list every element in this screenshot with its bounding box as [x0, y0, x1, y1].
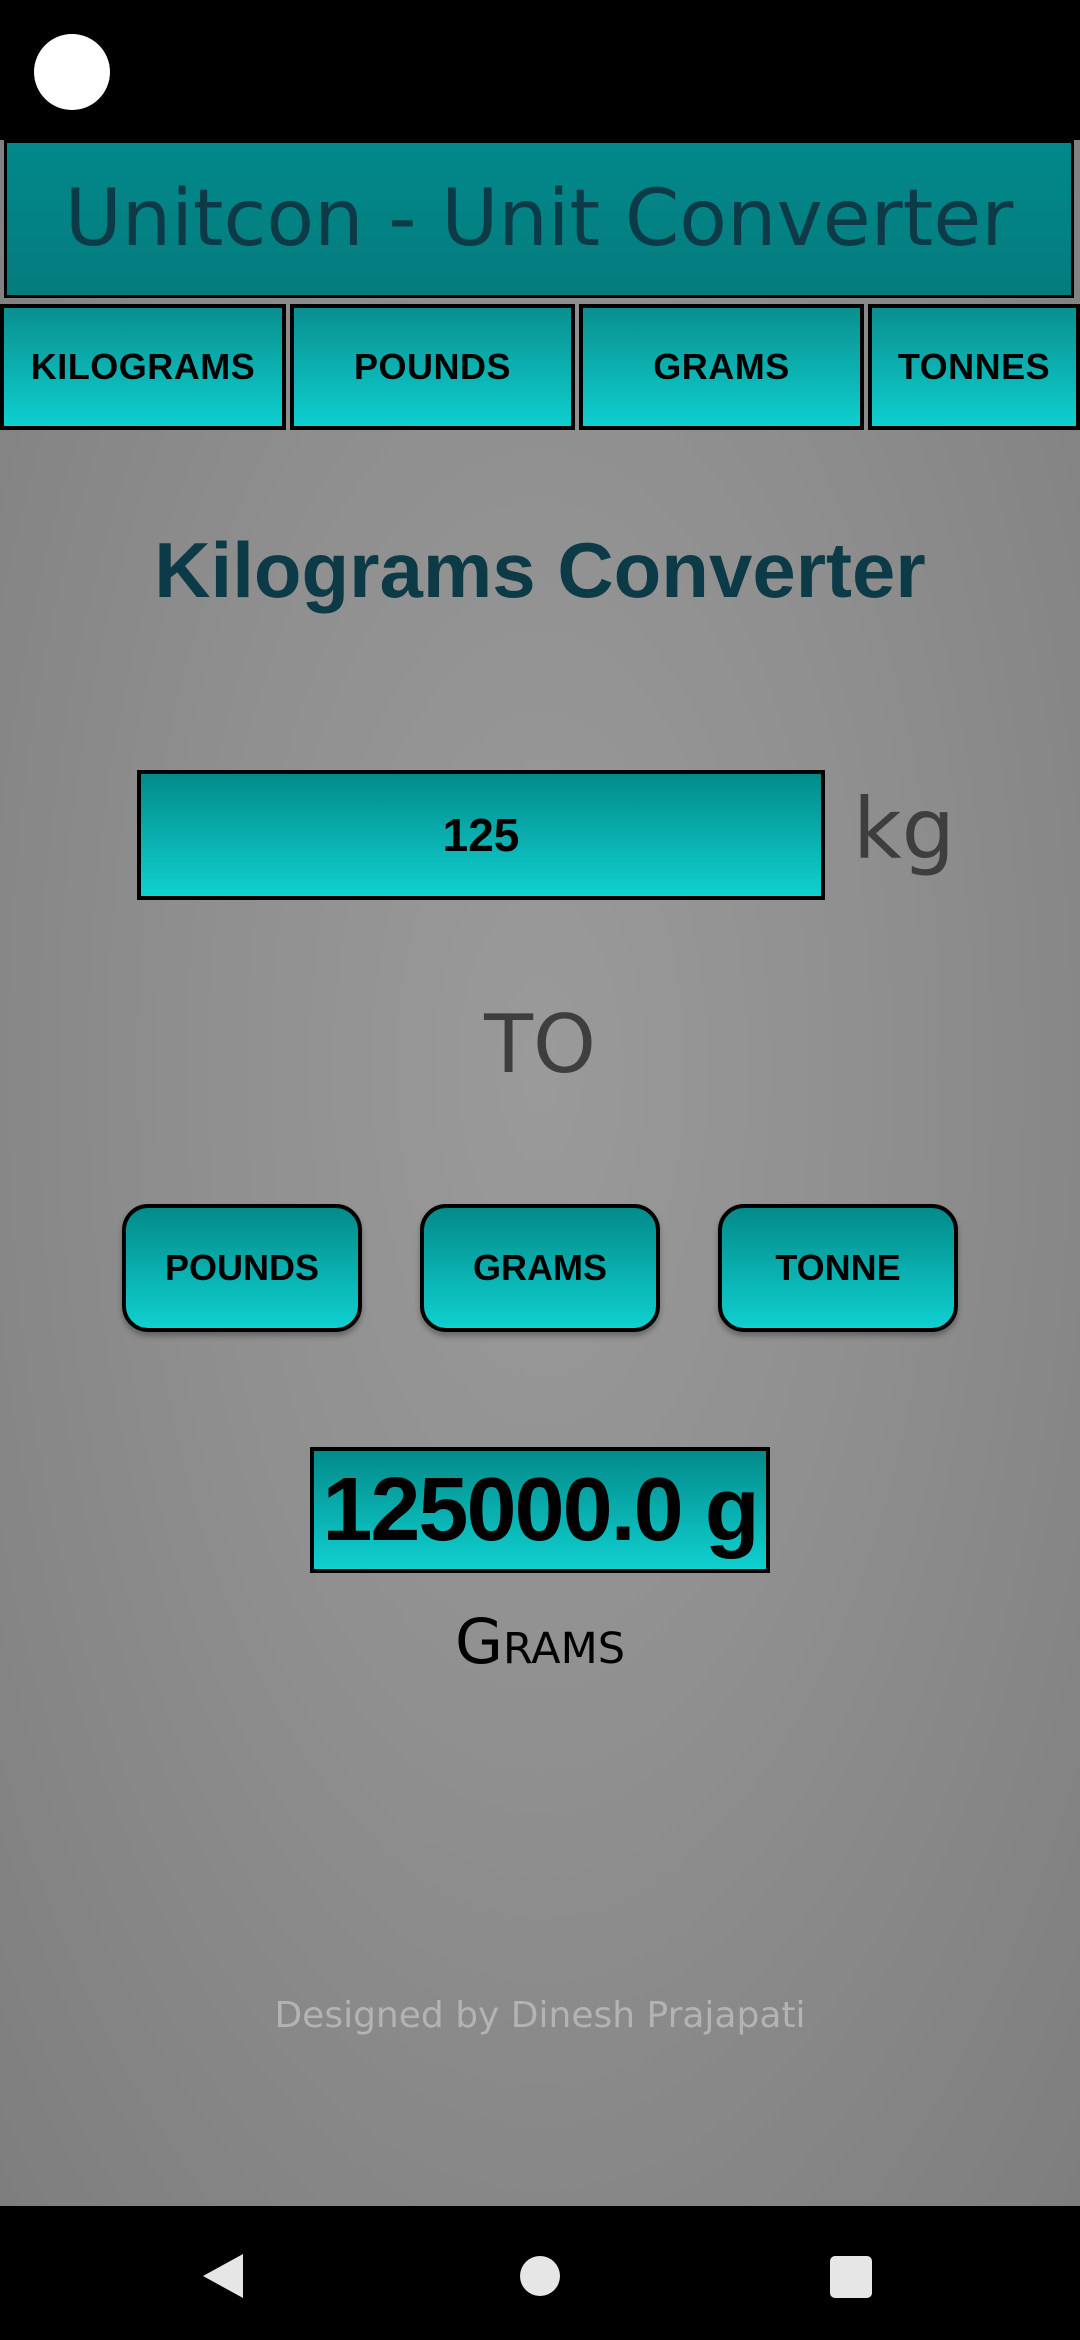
input-unit-label: kg: [853, 780, 955, 878]
result-unit-name: Grams: [455, 1605, 625, 1678]
convert-to-grams-button[interactable]: GRAMS: [420, 1204, 660, 1332]
recents-square-icon[interactable]: [830, 2256, 872, 2298]
tab-kilograms[interactable]: KILOGRAMS: [0, 304, 286, 430]
app-screen: Unitcon - Unit Converter KILOGRAMS POUND…: [0, 140, 1080, 2206]
value-input[interactable]: 125: [137, 770, 825, 900]
system-nav-bar: [0, 2206, 1080, 2340]
status-bar: [0, 0, 1080, 140]
app-title-bar: Unitcon - Unit Converter: [4, 140, 1074, 298]
camera-cutout-icon: [34, 34, 110, 110]
result-display: 125000.0 g: [310, 1447, 770, 1573]
converter-title: Kilograms Converter: [154, 526, 926, 614]
phone-frame: Unitcon - Unit Converter KILOGRAMS POUND…: [0, 0, 1080, 2340]
tab-grams[interactable]: GRAMS: [579, 304, 864, 430]
unit-tab-row: KILOGRAMS POUNDS GRAMS TONNES: [0, 304, 1080, 430]
app-title: Unitcon - Unit Converter: [64, 174, 1014, 264]
designer-credit: Designed by Dinesh Prajapati: [274, 1995, 806, 2036]
home-circle-icon[interactable]: [520, 2256, 560, 2296]
tab-tonnes[interactable]: TONNES: [868, 304, 1080, 430]
back-triangle-icon[interactable]: [203, 2254, 243, 2298]
to-label: TO: [484, 998, 596, 1091]
convert-to-tonne-button[interactable]: TONNE: [718, 1204, 958, 1332]
convert-to-pounds-button[interactable]: POUNDS: [122, 1204, 362, 1332]
tab-pounds[interactable]: POUNDS: [290, 304, 575, 430]
